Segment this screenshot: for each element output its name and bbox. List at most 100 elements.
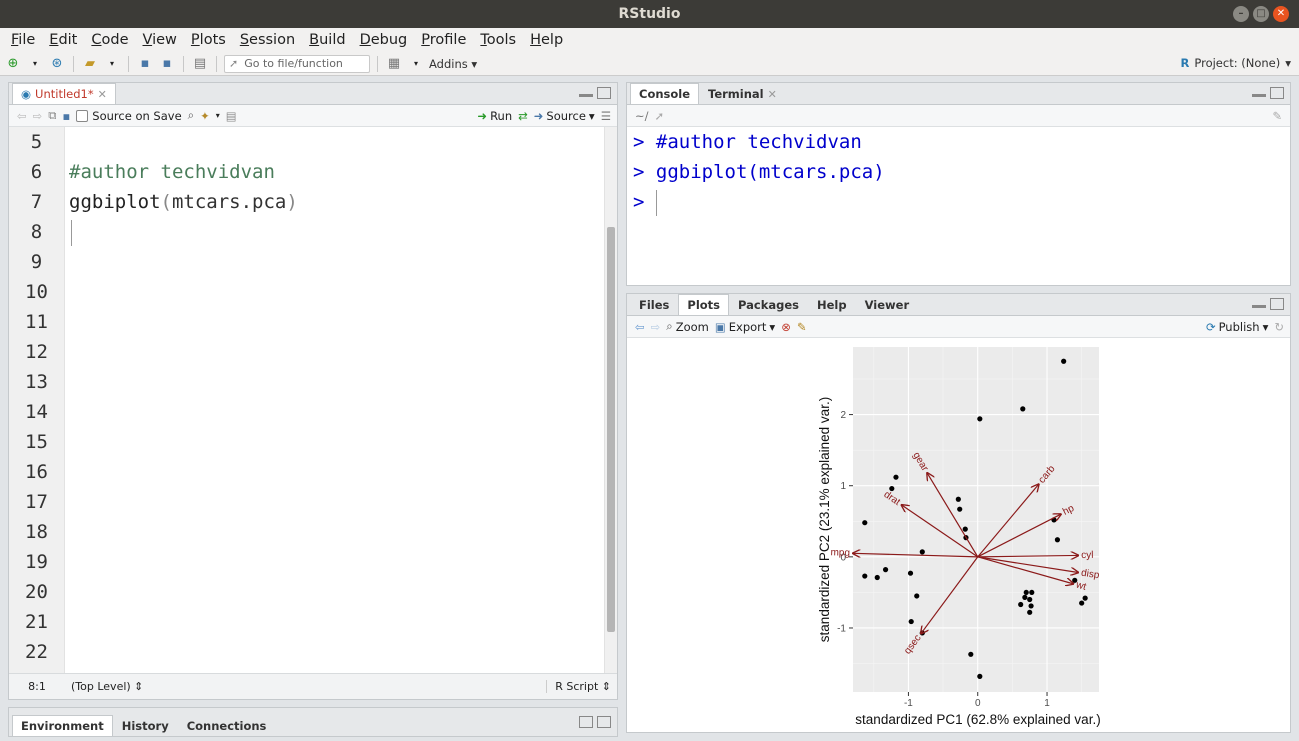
dropdown-arrow-icon[interactable]: ▾ xyxy=(407,55,425,73)
next-plot-icon[interactable]: ⇨ xyxy=(651,320,661,334)
r-file-icon: ◉ xyxy=(21,87,32,101)
menu-help[interactable]: Help xyxy=(523,32,570,48)
data-point xyxy=(1082,595,1088,601)
refresh-icon[interactable]: ↻ xyxy=(1274,320,1290,334)
tab-terminal[interactable]: Terminal ✕ xyxy=(699,83,786,104)
code-token: (mtcars.pca) xyxy=(160,191,298,213)
maximize-pane-icon[interactable] xyxy=(597,716,611,728)
menu-edit[interactable]: Edit xyxy=(42,32,84,48)
tab-connections[interactable]: Connections xyxy=(178,715,276,736)
clear-console-icon[interactable]: ✎ xyxy=(1272,109,1290,123)
tab-label: History xyxy=(121,719,169,733)
show-in-window-icon[interactable]: ⧉ xyxy=(48,108,56,123)
dropdown-arrow-icon[interactable]: ▾ xyxy=(216,111,220,120)
filetype-selector[interactable]: R Script ⇕ xyxy=(546,680,617,693)
x-tick-label: -1 xyxy=(904,698,913,709)
dropdown-arrow-icon[interactable]: ▾ xyxy=(26,55,44,73)
console-cursor xyxy=(655,189,657,216)
minimize-pane-icon[interactable] xyxy=(1252,87,1266,97)
maximize-icon[interactable]: □ xyxy=(1253,6,1269,22)
cursor-position: 8:1 xyxy=(28,680,46,693)
line-number: 21 xyxy=(25,611,48,633)
toolbar-separator xyxy=(377,55,378,72)
new-project-icon[interactable]: ⊛ xyxy=(48,55,66,73)
save-icon[interactable]: ▪ xyxy=(63,109,71,123)
clear-all-plots-icon[interactable]: ✎ xyxy=(797,320,807,334)
menu-plots[interactable]: Plots xyxy=(184,32,233,48)
data-point xyxy=(1079,600,1085,606)
maximize-pane-icon[interactable] xyxy=(1270,87,1284,99)
zoom-button[interactable]: ⌕ Zoom xyxy=(666,319,709,334)
go-to-directory-icon[interactable]: ➚ xyxy=(655,109,665,123)
tab-viewer[interactable]: Viewer xyxy=(856,294,919,315)
tab-environment[interactable]: Environment xyxy=(12,715,113,736)
magic-wand-icon[interactable]: ✦ xyxy=(200,109,210,123)
editor-scrollbar[interactable] xyxy=(604,127,617,673)
code-area[interactable]: #author techvidvan ggbiplot(mtcars.pca) xyxy=(69,127,603,673)
close-tab-icon[interactable]: ✕ xyxy=(768,88,777,101)
save-icon[interactable]: ▪ xyxy=(136,55,154,73)
x-axis-label: standardized PC1 (62.8% explained var.) xyxy=(855,712,1100,727)
data-point xyxy=(1020,406,1026,412)
minimize-pane-icon[interactable] xyxy=(1252,298,1266,308)
close-icon[interactable]: ✕ xyxy=(1273,6,1289,22)
previous-plot-icon[interactable]: ⇦ xyxy=(635,320,645,334)
line-number: 12 xyxy=(25,341,48,363)
export-button[interactable]: ▣ Export ▾ xyxy=(715,320,775,334)
grid-layout-icon[interactable]: ▦ xyxy=(385,55,403,73)
tab-plots[interactable]: Plots xyxy=(678,294,730,315)
save-all-icon[interactable]: ▪ xyxy=(158,55,176,73)
restore-pane-icon[interactable] xyxy=(579,716,593,728)
tab-untitled1[interactable]: ◉ Untitled1* ✕ xyxy=(12,83,116,104)
data-point xyxy=(862,520,868,526)
menu-view[interactable]: View xyxy=(136,32,184,48)
data-point xyxy=(977,416,983,422)
forward-arrow-icon[interactable]: ⇨ xyxy=(33,109,43,123)
dropdown-arrow-icon[interactable]: ▾ xyxy=(103,55,121,73)
go-to-file-input[interactable]: ➚ Go to file/function xyxy=(224,54,370,73)
new-file-icon[interactable]: ⊕ xyxy=(4,55,22,73)
run-button[interactable]: ➜ Run xyxy=(477,109,512,123)
menu-build[interactable]: Build xyxy=(302,32,352,48)
maximize-pane-icon[interactable] xyxy=(597,87,611,99)
line-number: 7 xyxy=(30,191,43,213)
close-tab-icon[interactable]: ✕ xyxy=(98,88,107,101)
minimize-pane-icon[interactable] xyxy=(579,87,593,97)
maximize-pane-icon[interactable] xyxy=(1270,298,1284,310)
menu-debug[interactable]: Debug xyxy=(353,32,415,48)
source-button[interactable]: ➜ Source ▾ xyxy=(534,109,595,123)
minimize-icon[interactable]: – xyxy=(1233,6,1249,22)
arrow-icon: ➚ xyxy=(229,57,239,70)
menu-session[interactable]: Session xyxy=(233,32,302,48)
tab-console[interactable]: Console xyxy=(630,83,700,104)
remove-plot-icon[interactable]: ⊗ xyxy=(781,320,791,334)
source-on-save-checkbox[interactable]: Source on Save xyxy=(76,109,182,123)
tab-files[interactable]: Files xyxy=(630,294,678,315)
menu-profile[interactable]: Profile xyxy=(414,32,473,48)
arrow-label-cyl: cyl xyxy=(1081,550,1093,561)
menu-tools[interactable]: Tools xyxy=(473,32,523,48)
publish-button[interactable]: ⟳ Publish ▾ xyxy=(1206,320,1268,334)
rerun-icon[interactable]: ⇄ xyxy=(518,109,528,123)
print-icon[interactable]: ▤ xyxy=(191,55,209,73)
console-output[interactable]: > #author techvidvan > ggbiplot(mtcars.pc… xyxy=(627,127,1290,285)
menu-code[interactable]: Code xyxy=(84,32,135,48)
back-arrow-icon[interactable]: ⇦ xyxy=(17,109,27,123)
tab-help[interactable]: Help xyxy=(808,294,856,315)
search-icon[interactable]: ⌕ xyxy=(188,108,194,123)
tab-packages[interactable]: Packages xyxy=(729,294,808,315)
addins-menu[interactable]: Addins ▾ xyxy=(429,57,477,71)
outline-icon[interactable]: ☰ xyxy=(601,109,617,123)
pane-controls xyxy=(579,716,611,728)
tab-history[interactable]: History xyxy=(113,715,178,736)
menu-file[interactable]: File xyxy=(4,32,42,48)
open-folder-icon[interactable]: ▰ xyxy=(81,55,99,73)
scope-selector[interactable]: (Top Level) ⇕ xyxy=(65,680,143,693)
project-menu[interactable]: R Project: (None) ▾ xyxy=(1181,56,1292,70)
scrollbar-thumb[interactable] xyxy=(607,227,615,632)
compile-report-icon[interactable]: ▤ xyxy=(226,109,237,123)
